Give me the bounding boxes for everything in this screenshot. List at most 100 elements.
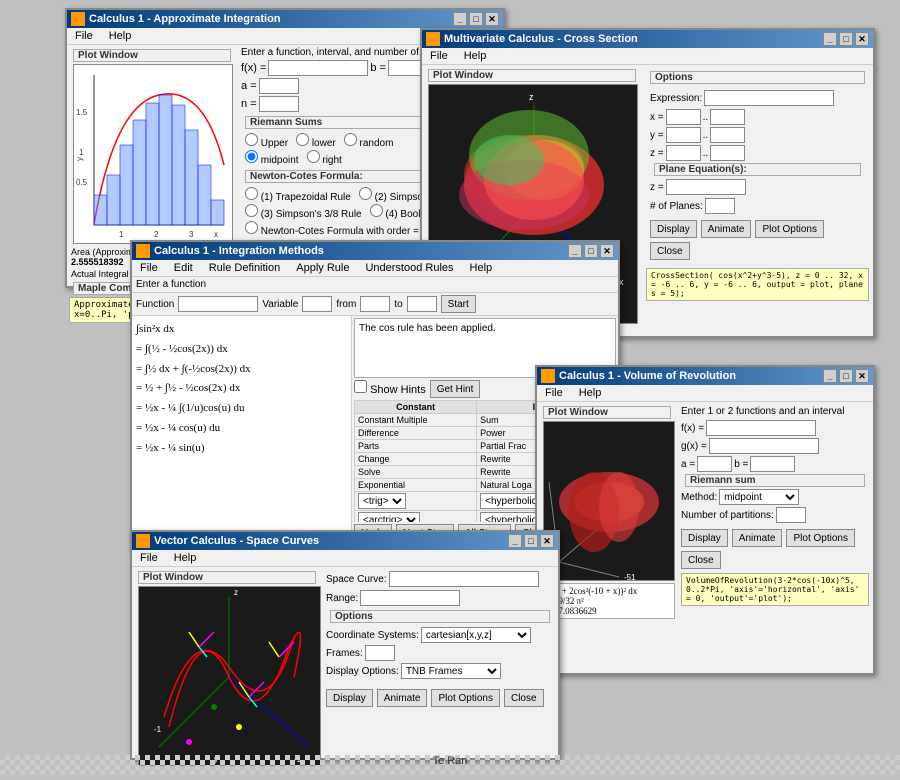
enter-fn-label: Enter a function <box>136 279 206 290</box>
display-select[interactable]: TNB Frames <box>401 663 501 679</box>
method-select-volrev[interactable]: midpoint <box>719 489 799 505</box>
radio-random[interactable]: random <box>344 133 394 149</box>
close-btn-volrev-btn[interactable]: Close <box>681 551 721 569</box>
menu-file-volrev[interactable]: File <box>541 386 567 400</box>
z-label-multi: z = <box>650 148 664 159</box>
svg-text:z: z <box>529 92 534 102</box>
menu-file-approx[interactable]: File <box>71 29 97 43</box>
menu-understood-intmethods[interactable]: Understood Rules <box>361 261 457 275</box>
plot-window-label-approx: Plot Window <box>73 49 231 62</box>
start-btn-intmethods[interactable]: Start <box>441 295 476 313</box>
animate-btn-volrev[interactable]: Animate <box>732 529 783 547</box>
minimize-btn-spacecurves[interactable]: _ <box>508 534 522 548</box>
menu-ruledef-intmethods[interactable]: Rule Definition <box>205 261 285 275</box>
menu-bar-spacecurves: File Help <box>132 550 558 567</box>
title-bar-spacecurves[interactable]: Vector Calculus - Space Curves _ □ ✕ <box>132 532 558 550</box>
title-bar-intmethods[interactable]: Calculus 1 - Integration Methods _ □ ✕ <box>132 242 618 260</box>
maximize-btn-spacecurves[interactable]: □ <box>524 534 538 548</box>
maximize-btn-approx[interactable]: □ <box>469 12 483 26</box>
x-from-input[interactable]: -6 <box>666 109 701 125</box>
plotoptions-btn-spacecurves[interactable]: Plot Options <box>431 689 499 707</box>
var-input-intmethods[interactable]: x <box>302 296 332 312</box>
menu-help-multi[interactable]: Help <box>460 49 491 63</box>
close-btn-spacecurves-btn[interactable]: Close <box>504 689 544 707</box>
z-from-input[interactable] <box>666 145 701 161</box>
trig-select[interactable]: <trig> <box>358 493 406 509</box>
title-bar-volrev[interactable]: Calculus 1 - Volume of Revolution _ □ ✕ <box>537 367 873 385</box>
a-input-volrev[interactable]: 0 <box>697 456 732 472</box>
planes-input[interactable]: 5 <box>705 198 735 214</box>
animate-btn-spacecurves[interactable]: Animate <box>377 689 428 707</box>
radio-upper[interactable]: Upper <box>245 133 288 149</box>
a-input[interactable]: 0 <box>259 78 299 94</box>
close-btn-multi[interactable]: ✕ <box>855 32 869 46</box>
menu-file-multi[interactable]: File <box>426 49 452 63</box>
close-btn-approx[interactable]: ✕ <box>485 12 499 26</box>
z-range-input[interactable]: 0 .. 32 <box>666 179 746 195</box>
radio-midpoint[interactable]: midpoint <box>245 150 299 166</box>
planes-label: # of Planes: <box>650 201 703 212</box>
partitions-input-volrev[interactable]: 5 <box>776 507 806 523</box>
show-hints-check[interactable]: Show Hints <box>354 380 426 398</box>
a-label: a = <box>241 80 257 92</box>
fx-input[interactable]: x*sin(x) <box>268 60 368 76</box>
radio-nc3[interactable]: (3) Simpson's 3/8 Rule <box>245 204 362 220</box>
minimize-btn-multi[interactable]: _ <box>823 32 837 46</box>
gx-label-volrev: g(x) = <box>681 441 707 452</box>
minimize-btn-volrev[interactable]: _ <box>823 369 837 383</box>
display-btn-spacecurves[interactable]: Display <box>326 689 373 707</box>
close-btn-volrev[interactable]: ✕ <box>855 369 869 383</box>
menu-file-spacecurves[interactable]: File <box>136 551 162 565</box>
menu-help-approx[interactable]: Help <box>105 29 136 43</box>
fn-input-intmethods[interactable]: sin(y)^2 <box>178 296 258 312</box>
to-input-intmethods[interactable] <box>407 296 437 312</box>
maximize-btn-multi[interactable]: □ <box>839 32 853 46</box>
app-icon-approx <box>71 12 85 26</box>
menu-help-volrev[interactable]: Help <box>575 386 606 400</box>
radio-right[interactable]: right <box>307 150 342 166</box>
app-icon-spacecurves <box>136 534 150 548</box>
radio-nc5[interactable]: Newton-Cotes Formula with order = <box>245 221 419 237</box>
maximize-btn-volrev[interactable]: □ <box>839 369 853 383</box>
close-btn-multi-btn[interactable]: Close <box>650 242 690 260</box>
display-btn-multi[interactable]: Display <box>650 220 697 238</box>
space-curve-input[interactable]: <cos(t), sin(t-2), cos(3*t)> <box>389 571 539 587</box>
y-from-input[interactable]: -6 <box>666 127 701 143</box>
animate-btn-multi[interactable]: Animate <box>701 220 752 238</box>
plotoptions-btn-multi[interactable]: Plot Options <box>755 220 823 238</box>
radio-lower[interactable]: lower <box>296 133 336 149</box>
range-input-spacecurves[interactable]: t = 0..2*Pi <box>360 590 460 606</box>
svg-text:3: 3 <box>189 230 194 239</box>
menu-file-intmethods[interactable]: File <box>136 261 162 275</box>
minimize-btn-approx[interactable]: _ <box>453 12 467 26</box>
display-btn-volrev[interactable]: Display <box>681 529 728 547</box>
y-to-input[interactable]: 6 <box>710 127 745 143</box>
plotoptions-btn-volrev[interactable]: Plot Options <box>786 529 854 547</box>
b-input-volrev[interactable]: 2*Pi <box>750 456 795 472</box>
z-to-input[interactable] <box>710 145 745 161</box>
maximize-btn-intmethods[interactable]: □ <box>584 244 598 258</box>
space-curve-label: Space Curve: <box>326 574 387 585</box>
x-to-input[interactable]: 6 <box>710 109 745 125</box>
arctrig-select[interactable]: <arctrig> <box>358 512 420 522</box>
menu-applyrule-intmethods[interactable]: Apply Rule <box>292 261 353 275</box>
coord-select[interactable]: cartesian[x,y,z] <box>421 627 531 643</box>
title-spacecurves: Vector Calculus - Space Curves <box>154 535 508 547</box>
y-label-multi: y = <box>650 130 664 141</box>
frames-input[interactable]: 5 <box>365 645 395 661</box>
get-hint-btn[interactable]: Get Hint <box>430 380 481 398</box>
fx-input-volrev[interactable]: 3+2*cos(-10x)^5 <box>706 420 816 436</box>
radio-nc1[interactable]: (1) Trapezoidal Rule <box>245 187 351 203</box>
title-bar-multi[interactable]: Multivariate Calculus - Cross Section _ … <box>422 30 873 48</box>
title-bar-approx[interactable]: Calculus 1 - Approximate Integration _ □… <box>67 10 503 28</box>
menu-help-intmethods[interactable]: Help <box>466 261 497 275</box>
expression-input[interactable]: cos(x^2+y^3-5) <box>704 90 834 106</box>
menu-help-spacecurves[interactable]: Help <box>170 551 201 565</box>
menu-edit-intmethods[interactable]: Edit <box>170 261 197 275</box>
n-input[interactable]: 10 <box>259 96 299 112</box>
close-btn-spacecurves[interactable]: ✕ <box>540 534 554 548</box>
gx-input-volrev[interactable] <box>709 438 819 454</box>
close-btn-intmethods[interactable]: ✕ <box>600 244 614 258</box>
from-input-intmethods[interactable] <box>360 296 390 312</box>
minimize-btn-intmethods[interactable]: _ <box>568 244 582 258</box>
